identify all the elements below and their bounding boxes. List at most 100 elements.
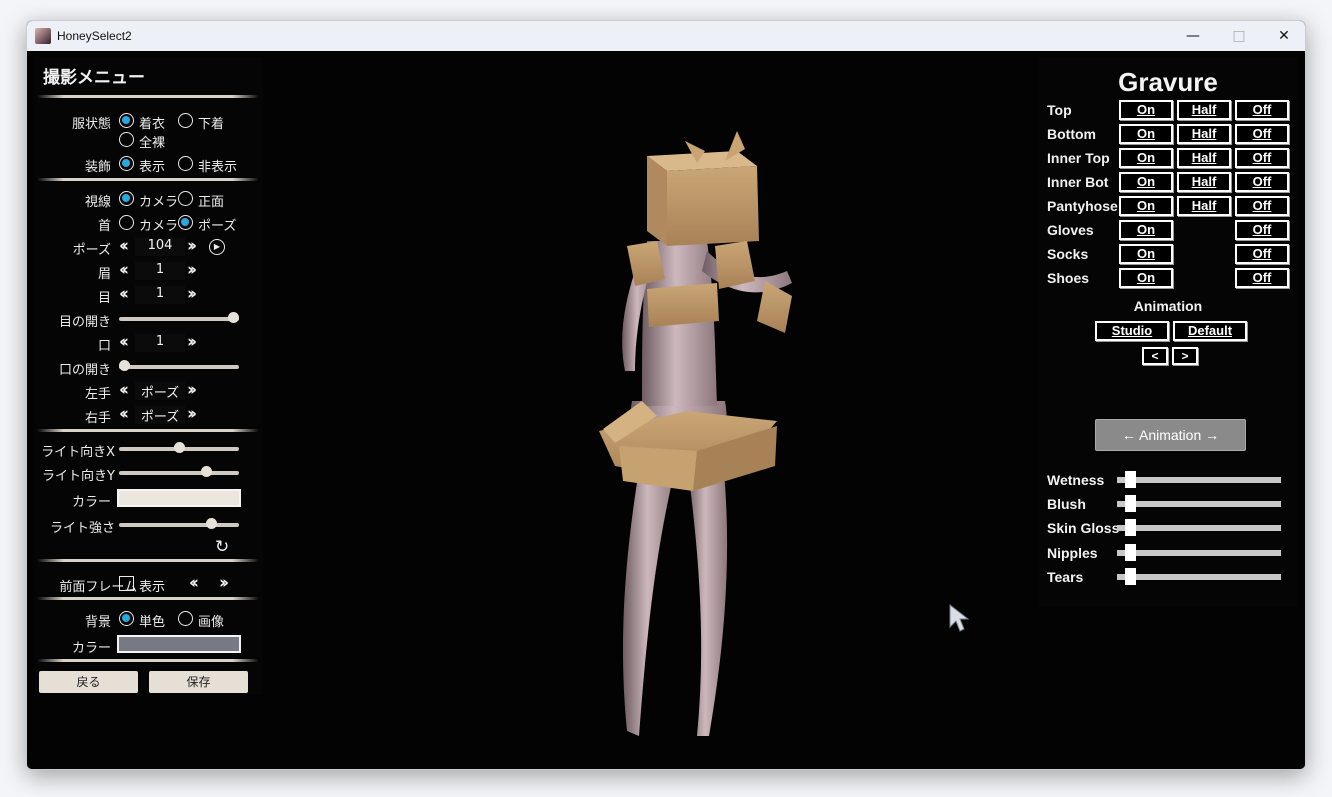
gravure-row-bottom: Bottom On Half Off <box>1039 123 1297 145</box>
right-hand-prev-icon[interactable]: ‹‹ <box>119 404 129 424</box>
bottom-off-button[interactable]: Off <box>1235 124 1289 144</box>
clothing-radio-nude[interactable] <box>119 132 134 147</box>
front-frame-row: 前面フレーム 表示 ‹‹ ›› <box>35 573 263 595</box>
character-model[interactable] <box>547 71 867 770</box>
inner-bot-half-button[interactable]: Half <box>1177 172 1231 192</box>
frame-prev-icon[interactable]: ‹‹ <box>189 573 199 593</box>
inner-bot-off-button[interactable]: Off <box>1235 172 1289 192</box>
bg-color-swatch[interactable] <box>117 635 241 653</box>
gaze-radio-front[interactable] <box>178 191 193 206</box>
inner-top-on-button[interactable]: On <box>1119 148 1173 168</box>
divider <box>37 429 259 432</box>
inner-bot-on-button[interactable]: On <box>1119 172 1173 192</box>
eye-prev-icon[interactable]: ‹‹ <box>119 284 129 304</box>
title-bar[interactable]: HoneySelect2 — □ ✕ <box>27 21 1305 51</box>
minimize-icon[interactable]: — <box>1170 21 1216 51</box>
nipples-slider[interactable] <box>1117 550 1281 556</box>
back-button[interactable]: 戻る <box>39 671 138 693</box>
right-hand-next-icon[interactable]: ›› <box>187 404 197 424</box>
neck-camera-label: カメラ <box>139 219 179 234</box>
tears-slider[interactable] <box>1117 574 1281 580</box>
skin-gloss-label: Skin Gloss <box>1047 520 1120 536</box>
shoes-off-button[interactable]: Off <box>1235 268 1289 288</box>
gaze-radio-camera[interactable] <box>119 191 134 206</box>
shoes-on-button[interactable]: On <box>1119 268 1173 288</box>
tears-slider-handle[interactable] <box>1124 568 1136 585</box>
clothing-radio-underwear[interactable] <box>178 113 193 128</box>
background-radio-solid[interactable] <box>119 611 134 626</box>
neck-row: 首 カメラ ポーズ <box>35 213 263 234</box>
mouth-open-slider[interactable] <box>119 365 239 369</box>
front-frame-checkbox[interactable] <box>119 576 134 591</box>
socks-off-button[interactable]: Off <box>1235 244 1289 264</box>
save-button[interactable]: 保存 <box>149 671 248 693</box>
wetness-slider[interactable] <box>1117 477 1281 483</box>
close-icon[interactable]: ✕ <box>1261 21 1305 51</box>
left-hand-prev-icon[interactable]: ‹‹ <box>119 380 129 400</box>
clothing-radio-dressed[interactable] <box>119 113 134 128</box>
game-viewport[interactable]: 撮影メニュー 服状態 着衣 下着 全裸 装飾 表示 非表示 視線 カメラ 正面 … <box>27 51 1305 770</box>
wetness-slider-handle[interactable] <box>1124 471 1136 488</box>
divider <box>37 659 259 662</box>
skin-gloss-slider[interactable] <box>1117 525 1281 531</box>
top-on-button[interactable]: On <box>1119 100 1173 120</box>
frame-next-icon[interactable]: ›› <box>219 573 229 593</box>
gloves-off-button[interactable]: Off <box>1235 220 1289 240</box>
gloves-on-button[interactable]: On <box>1119 220 1173 240</box>
animation-prev-button[interactable]: < <box>1142 347 1168 365</box>
inner-top-half-button[interactable]: Half <box>1177 148 1231 168</box>
blush-slider[interactable] <box>1117 501 1281 507</box>
left-hand-next-icon[interactable]: ›› <box>187 380 197 400</box>
gravure-row-shoes: Shoes On Off <box>1039 267 1297 289</box>
light-x-slider-knob[interactable] <box>173 442 185 453</box>
clothing-row: 服状態 着衣 下着 <box>35 111 263 132</box>
animation-next-button[interactable]: > <box>1172 347 1198 365</box>
background-radio-image[interactable] <box>178 611 193 626</box>
eye-open-slider[interactable] <box>119 317 239 321</box>
bottom-on-button[interactable]: On <box>1119 124 1173 144</box>
accessory-label: 装飾 <box>84 160 111 175</box>
mouth-next-icon[interactable]: ›› <box>187 332 197 352</box>
neck-radio-pose[interactable] <box>178 215 193 230</box>
reset-icon[interactable]: ↻ <box>215 537 229 557</box>
brow-next-icon[interactable]: ›› <box>187 260 197 280</box>
default-button[interactable]: Default <box>1173 321 1247 341</box>
inner-top-off-button[interactable]: Off <box>1235 148 1289 168</box>
blush-slider-handle[interactable] <box>1124 495 1136 512</box>
gravure-row-label: Shoes <box>1047 270 1090 286</box>
bottom-half-button[interactable]: Half <box>1177 124 1231 144</box>
top-half-button[interactable]: Half <box>1177 100 1231 120</box>
pose-prev-icon[interactable]: ‹‹ <box>119 236 129 256</box>
neck-radio-camera[interactable] <box>119 215 134 230</box>
top-off-button[interactable]: Off <box>1235 100 1289 120</box>
light-y-slider-knob[interactable] <box>200 466 212 477</box>
pose-next-icon[interactable]: ›› <box>187 236 197 256</box>
pantyhose-on-button[interactable]: On <box>1119 196 1173 216</box>
accessory-radio-show[interactable] <box>119 156 134 171</box>
eye-open-slider-knob[interactable] <box>228 312 239 323</box>
socks-on-button[interactable]: On <box>1119 244 1173 264</box>
divider <box>37 559 259 562</box>
studio-button[interactable]: Studio <box>1095 321 1169 341</box>
brow-prev-icon[interactable]: ‹‹ <box>119 260 129 280</box>
light-strength-slider-knob[interactable] <box>206 518 218 529</box>
mouth-open-label: 口の開き <box>58 363 111 378</box>
gravure-row-label: Bottom <box>1047 126 1096 142</box>
light-strength-slider[interactable] <box>119 523 239 527</box>
eye-next-icon[interactable]: ›› <box>187 284 197 304</box>
pantyhose-half-button[interactable]: Half <box>1177 196 1231 216</box>
gravure-row-top: Top On Half Off <box>1039 99 1297 121</box>
light-y-slider[interactable] <box>119 471 239 475</box>
accessory-radio-hide[interactable] <box>178 156 193 171</box>
light-color-swatch[interactable] <box>117 489 241 507</box>
mouth-prev-icon[interactable]: ‹‹ <box>119 332 129 352</box>
nipples-slider-handle[interactable] <box>1124 544 1136 561</box>
right-hand-row: 右手 ‹‹ ポーズ ›› <box>35 404 263 426</box>
maximize-icon[interactable]: □ <box>1216 21 1262 51</box>
skin-gloss-slider-handle[interactable] <box>1124 519 1136 536</box>
pantyhose-off-button[interactable]: Off <box>1235 196 1289 216</box>
mouth-open-slider-knob[interactable] <box>119 360 130 371</box>
play-icon[interactable]: ▶ <box>209 239 225 255</box>
light-strength-row: ライト強さ <box>35 515 263 536</box>
animation-toggle-button[interactable]: ← Animation → <box>1095 419 1246 451</box>
